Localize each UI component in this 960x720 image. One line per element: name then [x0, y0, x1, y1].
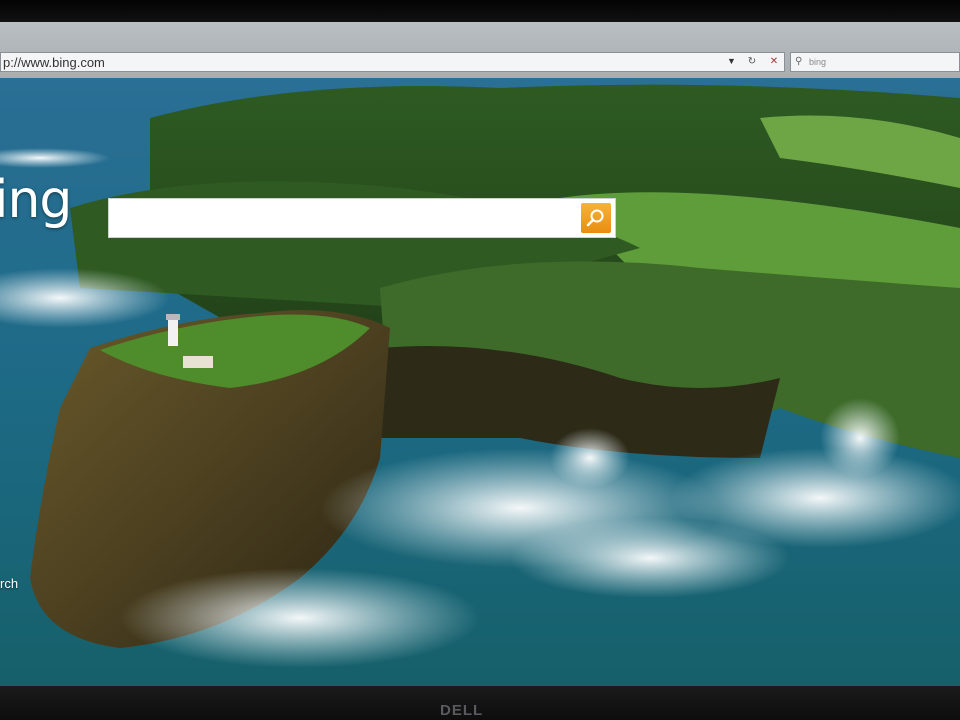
bing-homepage: ing rch [0, 78, 960, 686]
monitor-top-bezel [0, 0, 960, 22]
monitor-logo: DELL [440, 702, 484, 719]
stop-button[interactable]: ✕ [765, 54, 783, 70]
search-icon [586, 209, 604, 227]
address-bar[interactable]: p://www.bing.com ▼ ↻ ✕ [0, 52, 785, 72]
browser-search-placeholder: bing [809, 57, 827, 67]
side-nav-link[interactable]: rch [0, 576, 18, 591]
background-photo [0, 78, 960, 686]
search-button[interactable] [581, 203, 611, 233]
monitor-screen: p://www.bing.com ▼ ↻ ✕ ⚲ bing ing rch [0, 22, 960, 686]
address-text[interactable]: p://www.bing.com [3, 55, 105, 70]
bing-logo[interactable]: ing [0, 170, 72, 230]
browser-search-box[interactable]: ⚲ bing [790, 52, 960, 72]
browser-chrome: p://www.bing.com ▼ ↻ ✕ ⚲ bing [0, 22, 960, 78]
search-icon: ⚲ [795, 56, 803, 67]
refresh-button[interactable]: ↻ [743, 54, 761, 70]
dropdown-arrow-icon[interactable]: ▼ [727, 56, 736, 66]
search-box[interactable] [108, 198, 616, 238]
search-input[interactable] [117, 207, 581, 231]
